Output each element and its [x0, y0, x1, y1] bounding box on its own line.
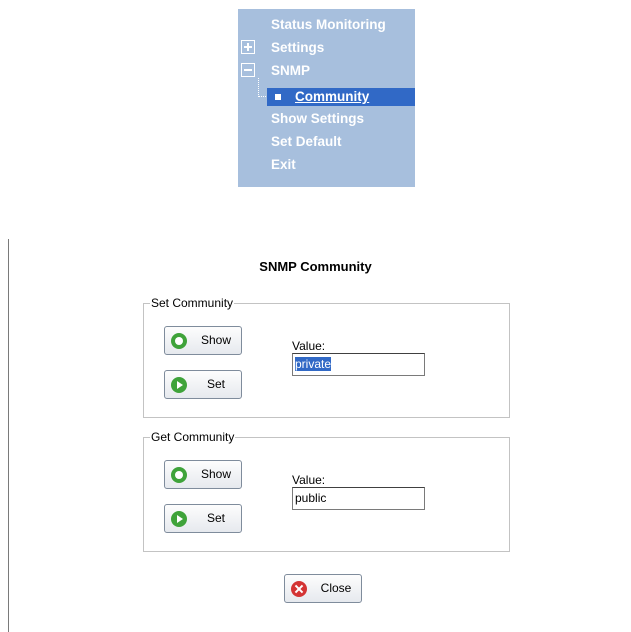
get-community-set-label: Set [206, 511, 225, 525]
get-community-legend: Get Community [151, 430, 235, 444]
frame-divider [8, 239, 9, 632]
page-title: SNMP Community [259, 259, 372, 274]
expand-plus-icon[interactable] [241, 40, 255, 54]
show-icon [171, 333, 187, 349]
menu-item-community[interactable]: Community [267, 88, 415, 106]
close-button[interactable]: Close [284, 574, 362, 603]
get-community-show-label: Show [200, 467, 232, 481]
show-icon [171, 467, 187, 483]
set-community-set-label: Set [206, 377, 225, 391]
menu-item-status-monitoring[interactable]: Status Monitoring [271, 16, 386, 34]
menu-item-community-label: Community [295, 89, 370, 104]
menu-item-set-default[interactable]: Set Default [271, 133, 342, 151]
set-community-set-button[interactable]: Set [164, 370, 242, 399]
play-icon [171, 377, 187, 393]
get-community-value-label: Value: [292, 473, 326, 487]
get-community-value-input[interactable]: public [292, 487, 425, 510]
menu-item-snmp[interactable]: SNMP [271, 62, 310, 80]
navigation-menu: Status Monitoring Settings SNMP Communit… [238, 9, 415, 187]
get-community-set-button[interactable]: Set [164, 504, 242, 533]
menu-item-settings[interactable]: Settings [271, 39, 324, 57]
close-icon [291, 581, 307, 597]
get-community-value-text: public [295, 491, 327, 505]
collapse-minus-icon[interactable] [241, 63, 255, 77]
set-community-legend: Set Community [151, 296, 234, 310]
get-community-show-button[interactable]: Show [164, 460, 242, 489]
set-community-value-text: private [295, 357, 332, 371]
set-community-value-input[interactable]: private [292, 353, 425, 376]
set-community-value-label: Value: [292, 339, 326, 353]
menu-item-exit[interactable]: Exit [271, 156, 296, 174]
menu-item-show-settings[interactable]: Show Settings [271, 110, 364, 128]
set-community-show-label: Show [200, 333, 232, 347]
close-button-label: Close [320, 581, 352, 595]
set-community-show-button[interactable]: Show [164, 326, 242, 355]
bullet-icon [275, 94, 281, 100]
play-icon [171, 511, 187, 527]
